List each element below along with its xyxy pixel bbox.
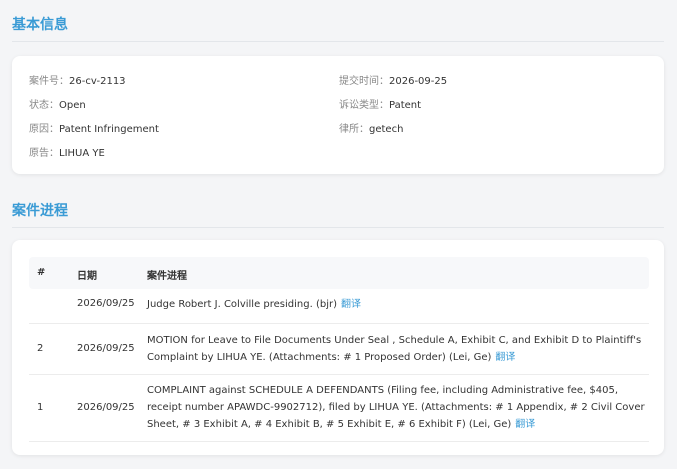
submit-time-row: 提交时间：2026-09-25 bbox=[339, 72, 447, 87]
divider bbox=[12, 41, 664, 42]
plaintiff-row: 原告：LIHUA YE bbox=[29, 144, 105, 159]
case-type-value: Patent bbox=[389, 100, 422, 111]
law-firm-row: 律所：getech bbox=[339, 120, 403, 135]
row-text: MOTION for Leave to File Documents Under… bbox=[147, 332, 652, 366]
header-progress: 案件进程 bbox=[147, 271, 187, 282]
submit-time-label: 提交时间： bbox=[339, 76, 389, 87]
cause-value: Patent Infringement bbox=[59, 124, 159, 135]
header-date: 日期 bbox=[77, 271, 97, 282]
basic-info-title: 基本信息 bbox=[12, 17, 68, 33]
law-firm-label: 律所： bbox=[339, 124, 369, 135]
row-date: 2026/09/25 bbox=[77, 298, 135, 309]
table-header: # 日期 案件进程 bbox=[29, 257, 649, 289]
status-value: Open bbox=[59, 100, 86, 111]
plaintiff-label: 原告： bbox=[29, 148, 59, 159]
row-date: 2026/09/25 bbox=[77, 402, 135, 413]
row-text: COMPLAINT against SCHEDULE A DEFENDANTS … bbox=[147, 382, 652, 433]
law-firm-value: getech bbox=[369, 124, 404, 135]
table-row: 2026/09/25 Judge Robert J. Colville pres… bbox=[29, 289, 649, 324]
translate-link[interactable]: 翻译 bbox=[515, 419, 535, 430]
basic-info-card: 案件号：26-cv-2113 提交时间：2026-09-25 状态：Open 诉… bbox=[12, 56, 664, 174]
case-number-value: 26-cv-2113 bbox=[69, 76, 126, 87]
submit-time-value: 2026-09-25 bbox=[389, 76, 448, 87]
case-type-label: 诉讼类型： bbox=[339, 100, 389, 111]
progress-title: 案件进程 bbox=[12, 203, 68, 219]
row-index: 1 bbox=[37, 402, 44, 413]
row-text-content: MOTION for Leave to File Documents Under… bbox=[147, 335, 642, 363]
translate-link[interactable]: 翻译 bbox=[495, 352, 515, 363]
row-date: 2026/09/25 bbox=[77, 343, 135, 354]
row-index: 2 bbox=[37, 343, 44, 354]
case-type-row: 诉讼类型：Patent bbox=[339, 96, 421, 111]
table-row: 1 2026/09/25 COMPLAINT against SCHEDULE … bbox=[29, 375, 649, 442]
cause-row: 原因：Patent Infringement bbox=[29, 120, 159, 135]
row-text-content: COMPLAINT against SCHEDULE A DEFENDANTS … bbox=[147, 385, 645, 430]
translate-link[interactable]: 翻译 bbox=[341, 299, 361, 310]
table-row: 2 2026/09/25 MOTION for Leave to File Do… bbox=[29, 324, 649, 375]
cause-label: 原因： bbox=[29, 124, 59, 135]
case-number-row: 案件号：26-cv-2113 bbox=[29, 72, 126, 87]
plaintiff-value: LIHUA YE bbox=[59, 148, 105, 159]
case-number-label: 案件号： bbox=[29, 76, 69, 87]
divider bbox=[12, 227, 664, 228]
status-row: 状态：Open bbox=[29, 96, 86, 111]
row-text-content: Judge Robert J. Colville presiding. (bjr… bbox=[147, 299, 337, 310]
row-text: Judge Robert J. Colville presiding. (bjr… bbox=[147, 296, 652, 313]
progress-card: # 日期 案件进程 2026/09/25 Judge Robert J. Col… bbox=[12, 240, 664, 455]
header-index: # bbox=[37, 267, 46, 278]
status-label: 状态： bbox=[29, 100, 59, 111]
progress-table: # 日期 案件进程 2026/09/25 Judge Robert J. Col… bbox=[29, 257, 649, 442]
